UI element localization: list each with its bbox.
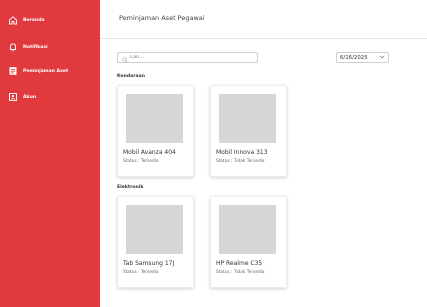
- chevron-down-icon: [379, 55, 385, 61]
- asset-name: HP Realme C35: [216, 260, 263, 267]
- asset-image-placeholder: [126, 94, 183, 143]
- search-input[interactable]: [130, 55, 250, 60]
- asset-image-placeholder: [219, 205, 276, 254]
- asset-status: Status : Tersedia: [123, 159, 159, 164]
- asset-card[interactable]: HP Realme C35 Status : Tidak Tersedia: [210, 196, 287, 288]
- sidebar-item-label: Notifikasi: [23, 44, 48, 50]
- sidebar-item-label: Beranda: [23, 17, 45, 23]
- asset-status: Status : Tidak Tersedia: [216, 159, 265, 164]
- section-title-elektronik: Elektronik: [117, 185, 144, 190]
- home-icon: [7, 15, 18, 26]
- sidebar-item-akun[interactable]: Akun: [7, 90, 36, 104]
- page-title: Peminjaman Aset Pegawai: [119, 14, 205, 22]
- account-icon: [7, 92, 18, 103]
- sidebar-item-label: Peminjaman Aset: [23, 68, 69, 74]
- asset-status: Status : Tersedia: [123, 270, 159, 275]
- search-box[interactable]: [117, 52, 258, 63]
- asset-card[interactable]: Mobil Avanza 404 Status : Tersedia: [117, 85, 194, 177]
- asset-card[interactable]: Tab Samsung 17J Status : Tersedia: [117, 196, 194, 288]
- asset-name: Mobil Avanza 404: [123, 149, 176, 156]
- sidebar-item-peminjaman-aset[interactable]: Peminjaman Aset: [7, 64, 68, 78]
- sidebar-item-beranda[interactable]: Beranda: [7, 13, 45, 27]
- bell-icon: [7, 42, 18, 53]
- header: Peminjaman Aset Pegawai: [100, 0, 427, 39]
- section-title-kendaraan: Kendaraan: [117, 74, 145, 79]
- search-icon: [122, 48, 128, 67]
- asset-card[interactable]: Mobil Innova 313 Status : Tidak Tersedia: [210, 85, 287, 177]
- asset-loan-icon: [7, 66, 18, 77]
- asset-name: Tab Samsung 17J: [123, 260, 175, 267]
- date-value: 6/16/2025: [340, 54, 368, 61]
- sidebar: Beranda Notifikasi Peminjaman Aset Akun: [0, 0, 100, 307]
- asset-image-placeholder: [219, 94, 276, 143]
- date-filter[interactable]: 6/16/2025: [336, 52, 389, 63]
- asset-status: Status : Tidak Tersedia: [216, 270, 265, 275]
- asset-name: Mobil Innova 313: [216, 149, 268, 156]
- sidebar-item-label: Akun: [23, 94, 37, 100]
- sidebar-item-notifikasi[interactable]: Notifikasi: [7, 40, 48, 54]
- asset-image-placeholder: [126, 205, 183, 254]
